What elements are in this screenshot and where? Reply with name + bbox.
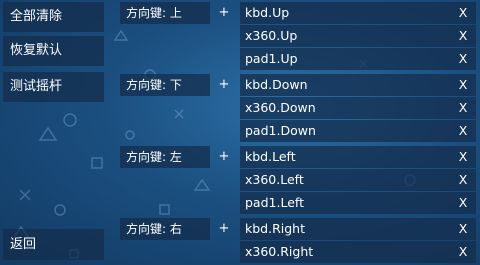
- remove-binding-button[interactable]: X: [456, 120, 470, 142]
- binding-row[interactable]: x360.Right X: [240, 241, 476, 263]
- remove-binding-button[interactable]: X: [456, 97, 470, 119]
- binding-row[interactable]: kbd.Left X: [240, 146, 476, 168]
- remove-binding-button[interactable]: X: [456, 146, 470, 168]
- binding-label: x360.Right: [245, 244, 314, 259]
- binding-row[interactable]: kbd.Right X: [240, 218, 476, 240]
- binding-label: pad1.Down: [245, 123, 316, 138]
- binding-row[interactable]: x360.Up X: [240, 25, 476, 47]
- binding-label: kbd.Left: [245, 149, 296, 164]
- binding-row[interactable]: pad1.Up X: [240, 48, 476, 70]
- binding-label: kbd.Up: [245, 5, 290, 20]
- clear-all-button[interactable]: 全部清除: [3, 2, 104, 32]
- binding-row[interactable]: x360.Down X: [240, 97, 476, 119]
- add-binding-up-button[interactable]: +: [212, 2, 236, 24]
- binding-row[interactable]: kbd.Down X: [240, 74, 476, 96]
- remove-binding-button[interactable]: X: [456, 74, 470, 96]
- remove-binding-button[interactable]: X: [456, 169, 470, 191]
- binding-label: pad1.Up: [245, 51, 298, 66]
- binding-label: x360.Left: [245, 172, 304, 187]
- add-binding-left-button[interactable]: +: [212, 146, 236, 168]
- remove-binding-button[interactable]: X: [456, 241, 470, 263]
- dpad-down-label: 方向键: 下: [120, 74, 210, 96]
- binding-row[interactable]: pad1.Down X: [240, 120, 476, 142]
- remove-binding-button[interactable]: X: [456, 2, 470, 24]
- dpad-left-label: 方向键: 左: [120, 146, 210, 168]
- binding-label: pad1.Left: [245, 195, 304, 210]
- remove-binding-button[interactable]: X: [456, 218, 470, 240]
- binding-row[interactable]: kbd.Up X: [240, 2, 476, 24]
- dpad-up-label: 方向键: 上: [120, 2, 210, 24]
- binding-label: x360.Down: [245, 100, 316, 115]
- add-binding-right-button[interactable]: +: [212, 218, 236, 240]
- binding-label: kbd.Right: [245, 221, 305, 236]
- dpad-right-label: 方向键: 右: [120, 218, 210, 240]
- remove-binding-button[interactable]: X: [456, 25, 470, 47]
- remove-binding-button[interactable]: X: [456, 48, 470, 70]
- binding-row[interactable]: x360.Left X: [240, 169, 476, 191]
- remove-binding-button[interactable]: X: [456, 192, 470, 214]
- binding-label: x360.Up: [245, 28, 298, 43]
- restore-default-button[interactable]: 恢复默认: [3, 36, 104, 66]
- binding-row[interactable]: pad1.Left X: [240, 192, 476, 214]
- add-binding-down-button[interactable]: +: [212, 74, 236, 96]
- test-joystick-button[interactable]: 测试摇杆: [3, 72, 104, 102]
- binding-label: kbd.Down: [245, 77, 308, 92]
- back-button[interactable]: 返回: [3, 229, 104, 260]
